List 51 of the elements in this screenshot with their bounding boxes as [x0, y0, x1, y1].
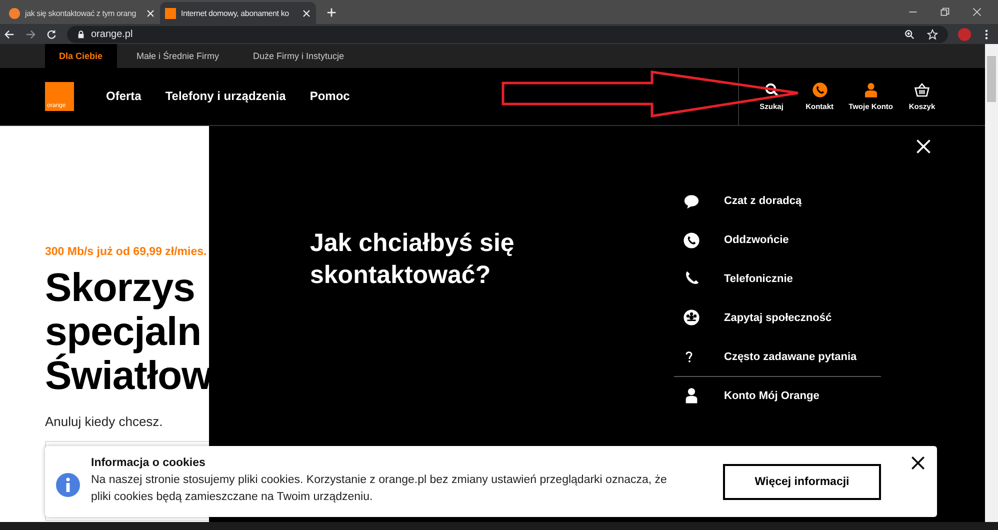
contact-option[interactable]: Zapytaj społeczność — [683, 298, 881, 338]
new-tab-icon — [326, 7, 337, 18]
star-icon — [927, 28, 938, 40]
close-button[interactable] — [911, 456, 925, 470]
favicon-icon — [165, 8, 176, 18]
segment-tab[interactable]: Duże Firmy i Instytucje — [239, 44, 358, 68]
segment-tab[interactable]: Dla Ciebie — [45, 44, 117, 68]
close-icon — [916, 139, 931, 154]
person-icon — [862, 82, 879, 98]
browser-tab[interactable]: jak się skontaktować z tym orang — [4, 2, 160, 24]
panel-title: Jak chciałbyś się skontaktować? — [310, 228, 516, 291]
reload-icon — [46, 28, 57, 40]
segment-tab[interactable]: Małe i Średnie Firmy — [122, 44, 234, 68]
lock-icon — [77, 30, 85, 38]
contact-option[interactable]: Konto Mój Orange — [674, 376, 881, 415]
promo-text: 300 Mb/s już od 69,99 zł/mies. — [45, 246, 208, 258]
contact-option[interactable]: Oddzwońcie — [683, 220, 881, 260]
contact-option[interactable]: Czat z doradcą — [683, 182, 881, 221]
address-field[interactable]: orange.pl — [67, 26, 948, 42]
scrollbar[interactable] — [985, 44, 998, 522]
close-icon — [911, 456, 925, 470]
scrollbar-thumb[interactable] — [987, 56, 996, 102]
avatar-icon[interactable] — [958, 28, 971, 40]
more-info-button[interactable]: Więcej informacji — [723, 464, 881, 500]
search-icon — [764, 82, 780, 98]
close-icon — [972, 7, 982, 17]
close-icon — [146, 8, 155, 18]
cookie-title: Informacja o cookies — [91, 457, 206, 469]
community-icon — [683, 309, 700, 326]
nav-link[interactable]: Pomoc — [310, 88, 350, 102]
phone-circle-icon — [683, 232, 700, 249]
question-mark-icon — [683, 348, 695, 365]
favicon-icon — [9, 8, 20, 18]
contact-option[interactable]: Telefonicznie — [683, 260, 881, 298]
zoom-icon — [904, 28, 915, 40]
headline: Skorzys specjaln Światłow — [45, 266, 209, 398]
info-icon — [56, 472, 80, 496]
nav-link[interactable]: Telefony i urządzenia — [165, 88, 286, 102]
close-icon — [302, 8, 311, 18]
basket-icon — [914, 82, 930, 98]
subtitle: Anuluj kiedy chcesz. — [45, 414, 164, 429]
person-icon — [683, 387, 700, 404]
nav-link[interactable]: Oferta — [106, 88, 142, 102]
chat-bubble-icon — [683, 192, 700, 210]
contact-option[interactable]: Często zadawane pytania — [683, 337, 881, 376]
phone-icon — [812, 82, 828, 98]
back-arrow-icon — [4, 28, 15, 40]
cookie-text: Na naszej stronie stosujemy pliki cookies. Korzystanie z orange.pl bez zmiany ustawień przeglądarki oznacza, że pliki cookies będą zamieszczane na Twoim urządzeniu. — [91, 473, 668, 505]
browser-tab[interactable]: Internet domowy, abonament ko — [160, 2, 316, 24]
restore-icon — [940, 7, 950, 17]
forward-arrow-icon — [25, 28, 36, 40]
